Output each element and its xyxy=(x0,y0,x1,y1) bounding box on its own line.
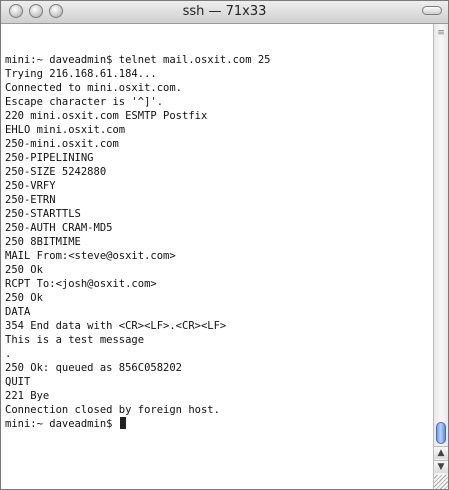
terminal-line: Connection closed by foreign host. xyxy=(5,404,220,416)
terminal-cursor xyxy=(119,417,126,429)
terminal-line: 250 Ok: queued as 856C058202 xyxy=(5,362,183,374)
scroll-up-arrow-icon[interactable]: ▲ xyxy=(434,446,448,459)
terminal-line: 250 8BITMIME xyxy=(5,236,81,248)
terminal-prompt: mini:~ daveadmin$ xyxy=(5,418,119,430)
window-title: ssh — 71x33 xyxy=(182,4,267,19)
title-bar[interactable]: ssh — 71x33 xyxy=(1,1,448,24)
terminal-output[interactable]: mini:~ daveadmin$ telnet mail.osxit.com … xyxy=(1,24,433,489)
terminal-line: 221 Bye xyxy=(5,390,50,402)
terminal-line: 250 Ok xyxy=(5,264,43,276)
scroll-down-arrow-icon[interactable]: ▼ xyxy=(434,460,448,473)
terminal-line: RCPT To:<josh@osxit.com> xyxy=(5,278,157,290)
vertical-scrollbar[interactable]: ≡ ▲ ▼ xyxy=(433,24,448,489)
terminal-line: 250-STARTTLS xyxy=(5,208,81,220)
toolbar-toggle-button[interactable] xyxy=(422,6,442,15)
terminal-window: ssh — 71x33 mini:~ daveadmin$ telnet mai… xyxy=(0,0,449,490)
terminal-text: mini:~ daveadmin$ telnet mail.osxit.com … xyxy=(5,53,271,431)
terminal-line: EHLO mini.osxit.com xyxy=(5,124,126,136)
terminal-line: Trying 216.168.61.184... xyxy=(5,68,157,80)
terminal-line: 354 End data with <CR><LF>.<CR><LF> xyxy=(5,320,227,332)
terminal-line: Escape character is '^]'. xyxy=(5,96,164,108)
terminal-line: 250-VRFY xyxy=(5,180,56,192)
scrollbar-thumb[interactable] xyxy=(436,422,446,444)
terminal-line: mini:~ daveadmin$ telnet mail.osxit.com … xyxy=(5,54,271,66)
terminal-line: 220 mini.osxit.com ESMTP Postfix xyxy=(5,110,208,122)
terminal-line: 250 Ok xyxy=(5,292,43,304)
terminal-line: DATA xyxy=(5,306,31,318)
terminal-line: 250-AUTH CRAM-MD5 xyxy=(5,222,113,234)
terminal-lines: mini:~ daveadmin$ telnet mail.osxit.com … xyxy=(5,54,271,416)
terminal-line: This is a test message xyxy=(5,334,145,346)
terminal-line: QUIT xyxy=(5,376,31,388)
terminal-line: 250-mini.osxit.com xyxy=(5,138,119,150)
resize-grip-icon[interactable] xyxy=(434,475,448,489)
terminal-line: MAIL From:<steve@osxit.com> xyxy=(5,250,176,262)
terminal-line: 250-SIZE 5242880 xyxy=(5,166,107,178)
terminal-line: 250-ETRN xyxy=(5,194,56,206)
terminal-line: . xyxy=(5,348,12,360)
terminal-line: 250-PIPELINING xyxy=(5,152,94,164)
scroll-split-grip-icon[interactable]: ≡ xyxy=(436,28,446,38)
terminal-line: Connected to mini.osxit.com. xyxy=(5,82,183,94)
